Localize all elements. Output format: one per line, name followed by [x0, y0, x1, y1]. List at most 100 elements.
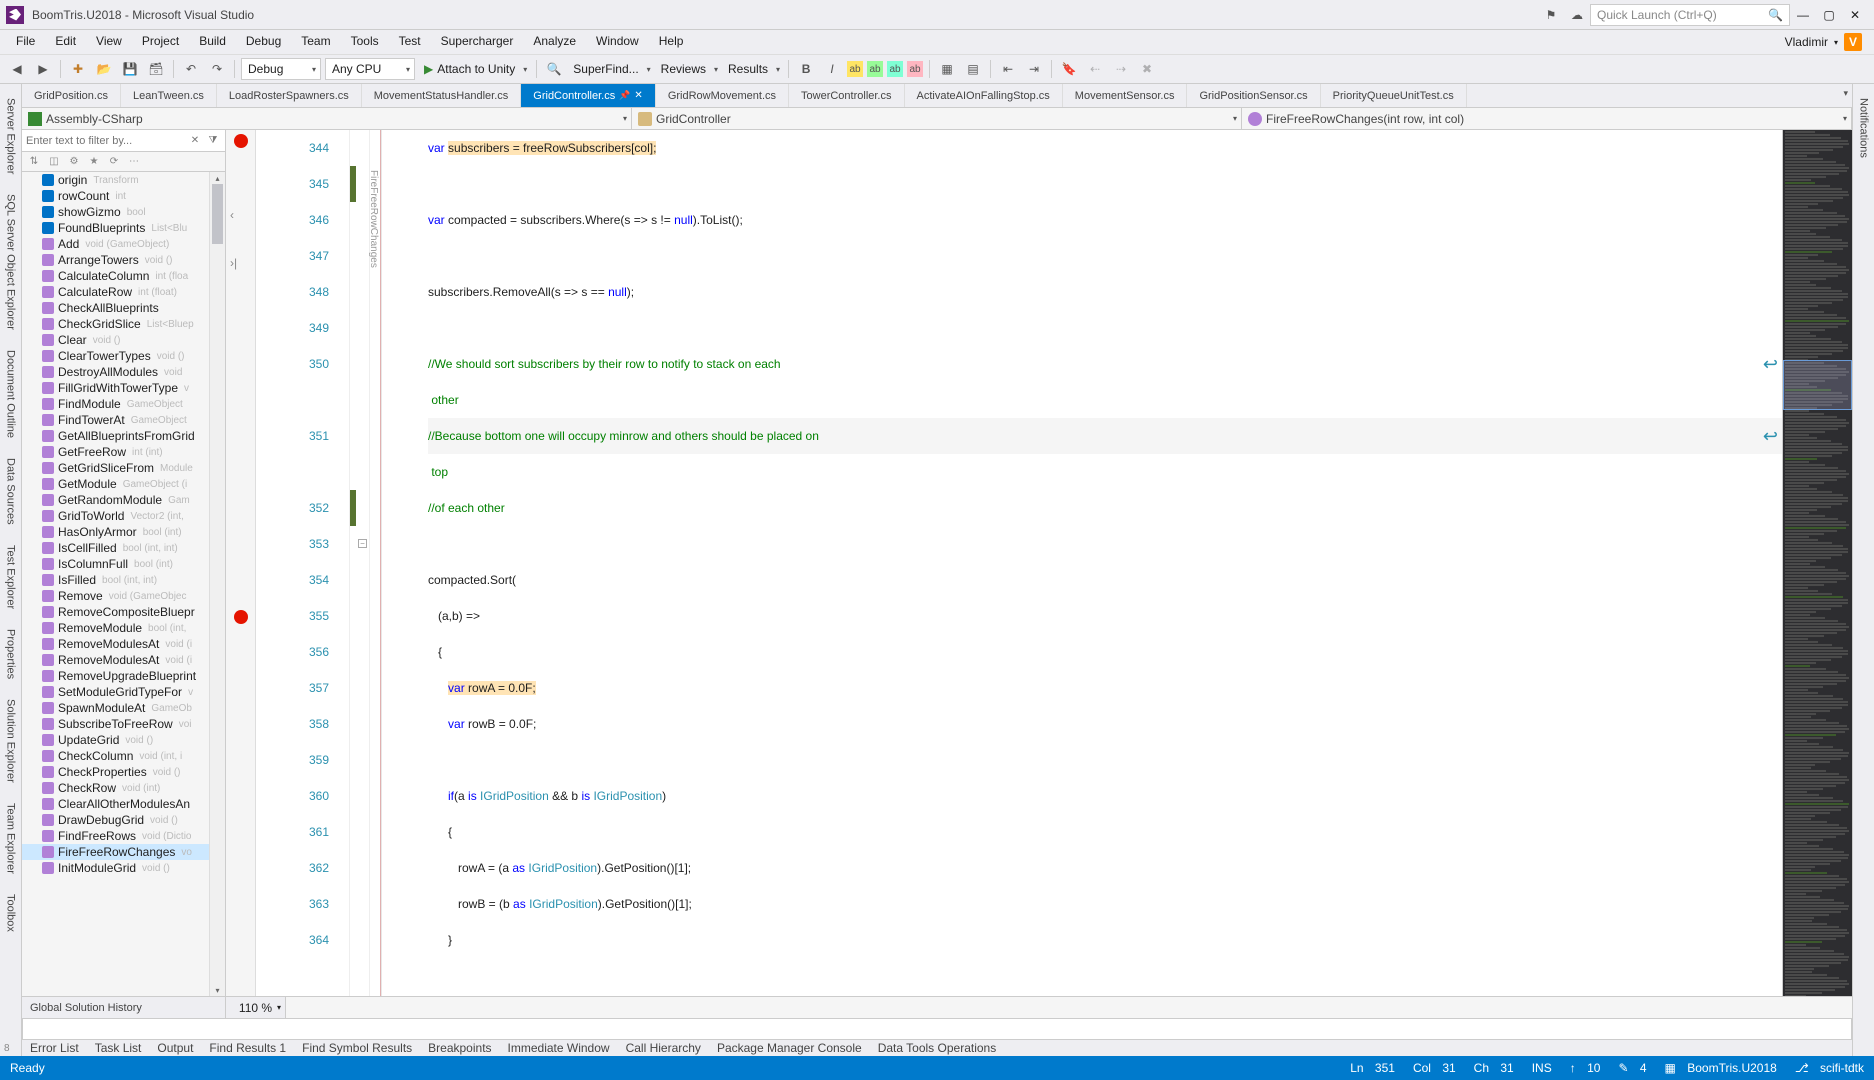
member-row[interactable]: SetModuleGridTypeForv — [22, 684, 225, 700]
bottom-tab[interactable]: Task List — [87, 1040, 150, 1056]
member-row[interactable]: SpawnModuleAtGameOb — [22, 700, 225, 716]
member-row[interactable]: DestroyAllModulesvoid — [22, 364, 225, 380]
member-row[interactable]: GridToWorldVector2 (int, — [22, 508, 225, 524]
member-row[interactable]: showGizmobool — [22, 204, 225, 220]
menu-edit[interactable]: Edit — [45, 30, 86, 54]
doc-tab[interactable]: ActivateAIOnFallingStop.cs — [905, 84, 1063, 107]
bottom-tab[interactable]: Call Hierarchy — [618, 1040, 709, 1056]
code-line[interactable]: //of each other — [428, 490, 1782, 526]
platform-combo[interactable]: Any CPU — [325, 58, 415, 80]
member-row[interactable]: GetModuleGameObject (i — [22, 476, 225, 492]
member-row[interactable]: GetFreeRowint (int) — [22, 444, 225, 460]
open-file-button[interactable]: 📂 — [93, 58, 115, 80]
redo-button[interactable]: ↷ — [206, 58, 228, 80]
filter-toggle-button[interactable]: ⧩ — [205, 133, 221, 149]
code-line[interactable]: other — [428, 382, 1782, 418]
bookmark-button[interactable]: 🔖 — [1058, 58, 1080, 80]
highlight-cyan[interactable]: ab — [887, 61, 903, 77]
results-button[interactable]: Results — [724, 58, 782, 80]
layout-2-button[interactable]: ▤ — [962, 58, 984, 80]
global-solution-history[interactable]: Global Solution History — [22, 997, 226, 1018]
scroll-thumb[interactable] — [212, 184, 223, 244]
member-row[interactable]: CalculateRowint (float) — [22, 284, 225, 300]
member-row[interactable]: GetGridSliceFromModule — [22, 460, 225, 476]
member-row[interactable]: RemoveModulesAtvoid (i — [22, 652, 225, 668]
member-row[interactable]: RemoveModulesAtvoid (i — [22, 636, 225, 652]
menu-supercharger[interactable]: Supercharger — [431, 30, 524, 54]
menu-analyze[interactable]: Analyze — [523, 30, 586, 54]
member-row[interactable]: originTransform — [22, 172, 225, 188]
status-project[interactable]: ▦ BoomTris.U2018 — [1665, 1061, 1777, 1075]
reviews-button[interactable]: Reviews — [657, 58, 720, 80]
scratch-input[interactable] — [22, 1018, 1852, 1040]
code-line[interactable] — [428, 526, 1782, 562]
member-row[interactable]: FindModuleGameObject — [22, 396, 225, 412]
member-row[interactable]: CheckAllBlueprints — [22, 300, 225, 316]
find-button[interactable]: 🔍 — [543, 58, 565, 80]
member-row[interactable]: CheckRowvoid (int) — [22, 780, 225, 796]
members-sort-button[interactable]: ⇅ — [26, 154, 42, 170]
code-content[interactable]: var subscribers = freeRowSubscribers[col… — [382, 130, 1782, 996]
doc-tab[interactable]: TowerController.cs — [789, 84, 904, 107]
menu-view[interactable]: View — [86, 30, 132, 54]
members-more-button[interactable]: ⋯ — [126, 154, 142, 170]
side-tab-solution-explorer[interactable]: Solution Explorer — [3, 691, 19, 791]
member-row[interactable]: GetRandomModuleGam — [22, 492, 225, 508]
members-scrollbar[interactable]: ▴ ▾ — [209, 172, 225, 996]
breakpoint-marker-icon[interactable] — [234, 134, 248, 148]
code-line[interactable]: (a,b) => — [428, 598, 1782, 634]
member-row[interactable]: Clearvoid () — [22, 332, 225, 348]
member-row[interactable]: ArrangeTowersvoid () — [22, 252, 225, 268]
bottom-tab[interactable]: Package Manager Console — [709, 1040, 870, 1056]
nav-fwd-button[interactable]: ▶ — [32, 58, 54, 80]
member-row[interactable]: GetAllBlueprintsFromGrid — [22, 428, 225, 444]
menu-project[interactable]: Project — [132, 30, 189, 54]
doc-tab[interactable]: LoadRosterSpawners.cs — [217, 84, 362, 107]
tab-overflow-button[interactable]: ▾ — [1843, 88, 1848, 99]
member-row[interactable]: CalculateColumnint (floa — [22, 268, 225, 284]
code-line[interactable]: { — [428, 634, 1782, 670]
member-row[interactable]: CheckPropertiesvoid () — [22, 764, 225, 780]
doc-tab[interactable]: LeanTween.cs — [121, 84, 217, 107]
outline-collapse-icon[interactable]: − — [358, 539, 367, 548]
undo-button[interactable]: ↶ — [180, 58, 202, 80]
doc-tab[interactable]: GridPositionSensor.cs — [1187, 84, 1320, 107]
code-line[interactable] — [428, 310, 1782, 346]
italic-button[interactable]: I — [821, 58, 843, 80]
doc-tab[interactable]: GridController.cs📌✕ — [521, 84, 656, 107]
bookmark-next-button[interactable]: ⇢ — [1110, 58, 1132, 80]
bottom-tab[interactable]: Output — [149, 1040, 201, 1056]
code-line[interactable]: //Because bottom one will occupy minrow … — [428, 418, 1782, 454]
side-tab-team-explorer[interactable]: Team Explorer — [3, 795, 19, 882]
member-row[interactable]: rowCountint — [22, 188, 225, 204]
code-line[interactable]: top — [428, 454, 1782, 490]
code-line[interactable] — [428, 166, 1782, 202]
close-button[interactable]: ✕ — [1842, 4, 1868, 26]
pin-icon[interactable]: 📌 — [619, 90, 630, 101]
nav-member-combo[interactable]: FireFreeRowChanges(int row, int col) — [1242, 108, 1852, 129]
side-tab-doc-outline[interactable]: Document Outline — [3, 342, 19, 446]
highlight-yellow[interactable]: ab — [847, 61, 863, 77]
horizontal-scrollbar[interactable] — [286, 997, 1852, 1018]
member-row[interactable]: RemoveCompositeBluepr — [22, 604, 225, 620]
scroll-up-icon[interactable]: ▴ — [210, 172, 225, 184]
menu-test[interactable]: Test — [389, 30, 431, 54]
breakpoint-marker-icon[interactable] — [234, 610, 248, 624]
code-line[interactable]: var compacted = subscribers.Where(s => s… — [428, 202, 1782, 238]
side-tab-data-sources[interactable]: Data Sources — [3, 450, 19, 533]
zoom-combo[interactable]: 110 % — [226, 997, 286, 1018]
member-row[interactable]: SubscribeToFreeRowvoi — [22, 716, 225, 732]
member-row[interactable]: FireFreeRowChangesvo — [22, 844, 225, 860]
feedback-icon[interactable]: ☁ — [1566, 4, 1588, 26]
nav-class-combo[interactable]: GridController — [632, 108, 1242, 129]
member-row[interactable]: IsFilledbool (int, int) — [22, 572, 225, 588]
members-refresh-button[interactable]: ⟳ — [106, 154, 122, 170]
doc-tab[interactable]: PriorityQueueUnitTest.cs — [1321, 84, 1467, 107]
minimap[interactable] — [1782, 130, 1852, 996]
code-line[interactable]: rowA = (a as IGridPosition).GetPosition(… — [428, 850, 1782, 886]
nav-project-combo[interactable]: Assembly-CSharp — [22, 108, 632, 129]
attach-unity-button[interactable]: ▶Attach to Unity — [419, 58, 530, 80]
side-tab-toolbox[interactable]: Toolbox — [3, 886, 19, 940]
code-line[interactable]: { — [428, 814, 1782, 850]
member-row[interactable]: Addvoid (GameObject) — [22, 236, 225, 252]
